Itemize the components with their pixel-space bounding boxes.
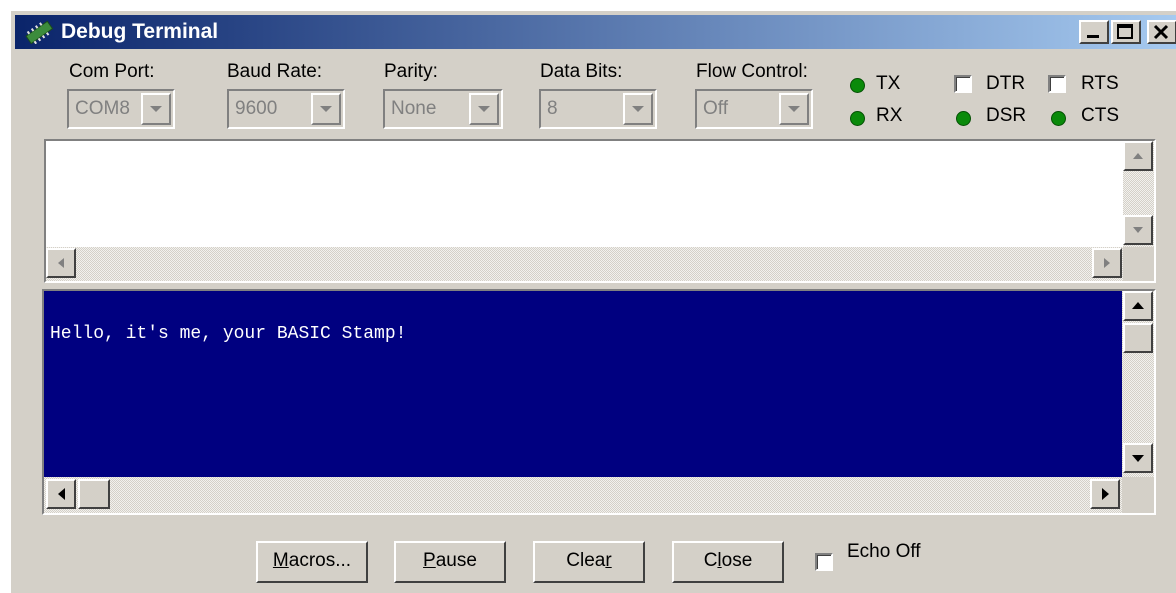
com-port-dropdown-button[interactable] — [141, 93, 171, 125]
transmit-scroll-down-button[interactable] — [1123, 215, 1153, 245]
parity-dropdown-button[interactable] — [469, 93, 499, 125]
arrow-right-icon — [1102, 488, 1109, 500]
dtr-label: DTR — [986, 73, 1026, 94]
title-bar[interactable]: Debug Terminal — [15, 15, 1176, 49]
data-bits-dropdown-button[interactable] — [623, 93, 653, 125]
rx-label: RX — [876, 105, 903, 126]
macros-accel-key: M — [272, 550, 289, 571]
receive-hscroll-track[interactable] — [44, 477, 1122, 513]
receive-hscroll-thumb[interactable] — [78, 479, 110, 509]
receive-scroll-down-button[interactable] — [1123, 443, 1153, 473]
data-bits-value: 8 — [547, 98, 558, 119]
scroll-corner — [1123, 247, 1154, 281]
data-bits-label: Data Bits: — [540, 61, 623, 82]
com-port-value: COM8 — [75, 98, 130, 119]
baud-rate-label: Baud Rate: — [227, 61, 323, 82]
scroll-corner — [1122, 477, 1154, 513]
transmit-input-area[interactable] — [46, 141, 1122, 247]
transmit-scroll-right-button[interactable] — [1092, 248, 1122, 278]
chevron-down-icon — [150, 106, 162, 112]
dtr-checkbox[interactable] — [954, 75, 972, 93]
parity-select[interactable]: None — [383, 89, 503, 129]
flow-control-dropdown-button[interactable] — [779, 93, 809, 125]
flow-control-label: Flow Control: — [696, 61, 808, 82]
pause-button[interactable]: Pause — [394, 541, 506, 583]
arrow-up-icon — [1133, 153, 1143, 159]
baud-rate-value: 9600 — [235, 98, 278, 119]
maximize-icon — [1117, 24, 1133, 39]
com-port-select[interactable]: COM8 — [67, 89, 175, 129]
tx-led-icon — [850, 78, 865, 93]
arrow-right-icon — [1104, 258, 1110, 268]
window-title: Debug Terminal — [61, 20, 219, 43]
rx-led-icon — [850, 111, 865, 126]
arrow-left-icon — [58, 258, 64, 268]
baud-rate-select[interactable]: 9600 — [227, 89, 345, 129]
clear-button[interactable]: Clear — [533, 541, 645, 583]
transmit-scroll-left-button[interactable] — [46, 248, 76, 278]
receive-vscroll-thumb[interactable] — [1123, 323, 1153, 353]
rts-checkbox[interactable] — [1048, 75, 1066, 93]
parity-label: Parity: — [384, 61, 438, 82]
transmit-hscroll-track[interactable] — [46, 247, 1123, 281]
macros-button[interactable]: Macros... — [256, 541, 368, 583]
receive-pane: Hello, it's me, your BASIC Stamp! — [42, 289, 1156, 515]
dsr-label: DSR — [986, 105, 1027, 126]
close-label-post: ose — [721, 550, 753, 571]
chevron-down-icon — [632, 106, 644, 112]
chevron-down-icon — [320, 106, 332, 112]
receive-text: Hello, it's me, your BASIC Stamp! — [50, 324, 407, 344]
dsr-led-icon — [956, 111, 971, 126]
minimize-button[interactable] — [1079, 20, 1109, 44]
arrow-left-icon — [58, 488, 65, 500]
com-port-label: Com Port: — [69, 61, 155, 82]
data-bits-select[interactable]: 8 — [539, 89, 657, 129]
app-icon — [23, 20, 55, 49]
rts-label: RTS — [1081, 73, 1119, 94]
chevron-down-icon — [788, 106, 800, 112]
pause-label-post: ause — [435, 550, 477, 571]
arrow-down-icon — [1133, 227, 1143, 233]
maximize-button[interactable] — [1111, 20, 1141, 44]
close-window-button[interactable] — [1147, 20, 1176, 44]
cts-label: CTS — [1081, 105, 1119, 126]
arrow-down-icon — [1132, 455, 1144, 462]
close-label-pre: C — [703, 550, 718, 571]
parity-value: None — [391, 98, 437, 119]
flow-control-select[interactable]: Off — [695, 89, 813, 129]
transmit-pane — [44, 139, 1156, 283]
tx-label: TX — [876, 73, 901, 94]
chevron-down-icon — [478, 106, 490, 112]
transmit-scroll-up-button[interactable] — [1123, 141, 1153, 171]
pause-accel-key: P — [423, 550, 436, 571]
receive-output-area: Hello, it's me, your BASIC Stamp! — [44, 291, 1122, 477]
clear-accel-key: r — [605, 550, 612, 571]
clear-label-pre: Clea — [566, 550, 606, 571]
minimize-icon — [1087, 35, 1099, 38]
close-icon — [1153, 24, 1169, 40]
cts-led-icon — [1051, 111, 1066, 126]
flow-control-value: Off — [703, 98, 728, 119]
receive-scroll-up-button[interactable] — [1123, 291, 1153, 321]
debug-terminal-window: Debug Terminal Com Port: Baud Rate: Pari… — [10, 10, 1176, 593]
receive-scroll-left-button[interactable] — [46, 479, 76, 509]
baud-rate-dropdown-button[interactable] — [311, 93, 341, 125]
echo-off-checkbox[interactable] — [815, 553, 833, 571]
echo-off-label: Echo Off — [847, 541, 921, 562]
arrow-up-icon — [1132, 302, 1144, 309]
macros-label-post: acros... — [288, 550, 352, 571]
close-button[interactable]: Close — [672, 541, 784, 583]
receive-scroll-right-button[interactable] — [1090, 479, 1120, 509]
